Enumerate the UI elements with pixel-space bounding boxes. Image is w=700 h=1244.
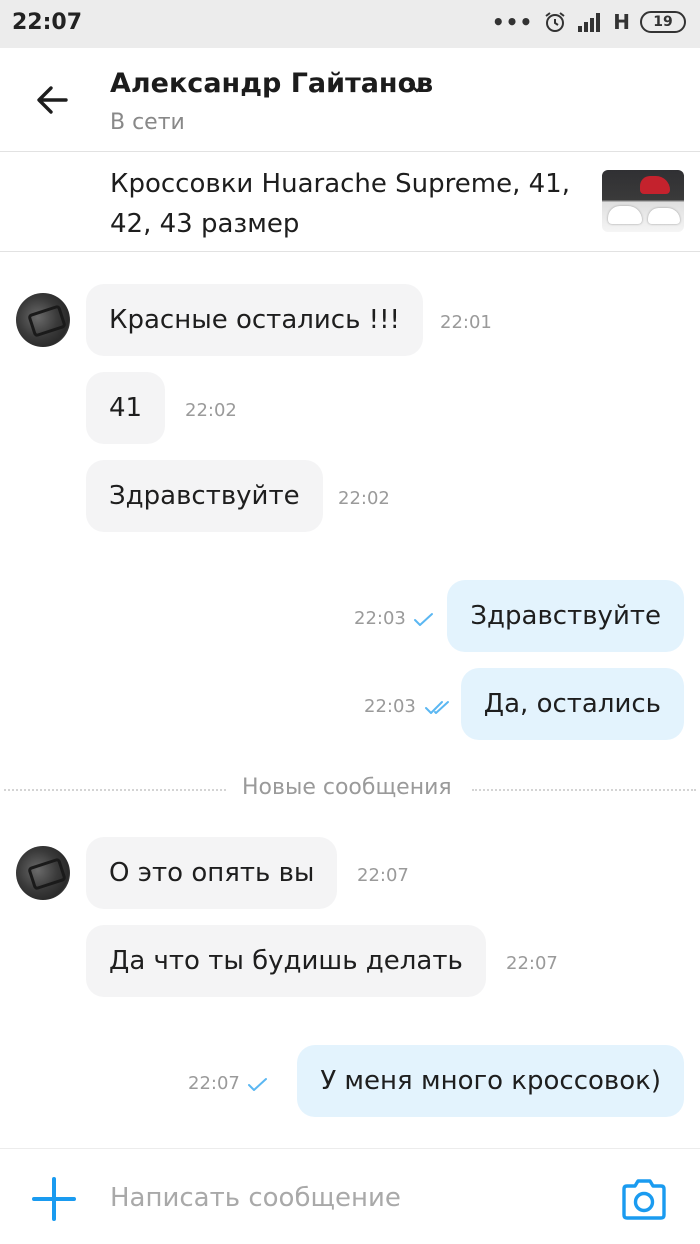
message-bubble-outgoing[interactable]: У меня много кроссовок) xyxy=(297,1045,684,1117)
double-check-icon xyxy=(425,701,449,714)
message-time: 22:01 xyxy=(440,312,492,333)
status-time: 22:07 xyxy=(12,10,83,35)
camera-icon[interactable] xyxy=(620,1177,668,1221)
check-icon xyxy=(414,613,433,626)
message-bubble-incoming[interactable]: 41 xyxy=(86,372,166,444)
message-bubble-incoming[interactable]: Красные остались !!! xyxy=(86,284,423,356)
message-bubble-outgoing[interactable]: Да, остались xyxy=(460,668,684,740)
chevron-down-icon[interactable] xyxy=(406,76,428,98)
message-time: 22:03 xyxy=(364,696,416,717)
plus-icon[interactable] xyxy=(30,1175,78,1223)
status-icons: ••• H 19 xyxy=(492,10,686,34)
message-time: 22:07 xyxy=(188,1073,240,1094)
message-time: 22:02 xyxy=(338,488,390,509)
divider-line xyxy=(4,789,226,791)
message-time: 22:07 xyxy=(357,865,409,886)
new-messages-divider: Новые сообщения xyxy=(242,775,452,800)
battery-icon: 19 xyxy=(640,11,686,33)
signal-icon xyxy=(578,13,601,32)
contact-status: В сети xyxy=(110,110,185,135)
message-time: 22:02 xyxy=(185,400,237,421)
message-bubble-outgoing[interactable]: Здравствуйте xyxy=(447,580,684,652)
listing-title[interactable]: Кроссовки Huarache Supreme, 41, 42, 43 р… xyxy=(110,164,580,244)
status-bar: 22:07 ••• H 19 xyxy=(0,0,700,48)
notification-dots-icon: ••• xyxy=(491,10,534,34)
network-type: H xyxy=(613,10,630,34)
message-bubble-incoming[interactable]: Здравствуйте xyxy=(86,460,323,532)
message-input[interactable] xyxy=(110,1175,590,1221)
avatar[interactable] xyxy=(16,293,70,347)
contact-name[interactable]: Александр Гайтанов xyxy=(110,68,433,99)
message-bubble-incoming[interactable]: О это опять вы xyxy=(86,837,338,909)
message-bubble-incoming[interactable]: Да что ты будишь делать xyxy=(86,925,486,997)
alarm-icon xyxy=(545,12,565,32)
chat-header: Александр Гайтанов В сети xyxy=(0,48,700,152)
arrow-left-icon[interactable] xyxy=(34,82,70,118)
avatar[interactable] xyxy=(16,846,70,900)
listing-bar[interactable]: Кроссовки Huarache Supreme, 41, 42, 43 р… xyxy=(0,152,700,252)
composer-bar xyxy=(0,1148,700,1244)
listing-thumbnail[interactable] xyxy=(602,170,684,232)
divider-line xyxy=(472,789,696,791)
message-time: 22:03 xyxy=(354,608,406,629)
check-icon xyxy=(248,1078,267,1091)
message-time: 22:07 xyxy=(506,953,558,974)
